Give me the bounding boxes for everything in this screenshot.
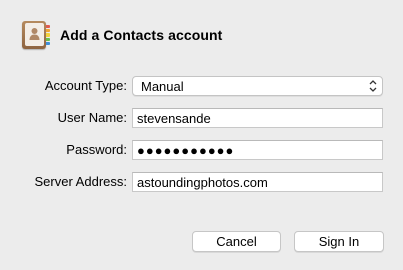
user-name-label: User Name:: [57, 110, 127, 125]
user-name-row: User Name: stevensande: [0, 108, 403, 129]
account-type-label: Account Type:: [44, 78, 127, 93]
password-row: Password: ●●●●●●●●●●●: [0, 140, 403, 161]
add-account-dialog: Add a Contacts account Account Type: Man…: [0, 0, 403, 270]
sign-in-button[interactable]: Sign In: [294, 231, 384, 252]
dialog-title: Add a Contacts account: [60, 27, 223, 43]
server-address-row: Server Address: astoundingphotos.com: [0, 172, 403, 193]
account-type-row: Account Type: Manual: [0, 76, 403, 97]
server-address-field[interactable]: astoundingphotos.com: [132, 172, 383, 192]
account-type-value: Manual: [141, 79, 184, 94]
dialog-header: Add a Contacts account: [22, 21, 222, 49]
password-label: Password:: [66, 142, 127, 157]
account-type-select[interactable]: Manual: [132, 76, 383, 96]
server-address-label: Server Address:: [34, 174, 128, 189]
updown-chevron-icon: [369, 80, 377, 92]
cancel-button[interactable]: Cancel: [192, 231, 281, 252]
user-name-field[interactable]: stevensande: [132, 108, 383, 128]
password-field[interactable]: ●●●●●●●●●●●: [132, 140, 383, 160]
contacts-app-icon: [22, 21, 50, 49]
